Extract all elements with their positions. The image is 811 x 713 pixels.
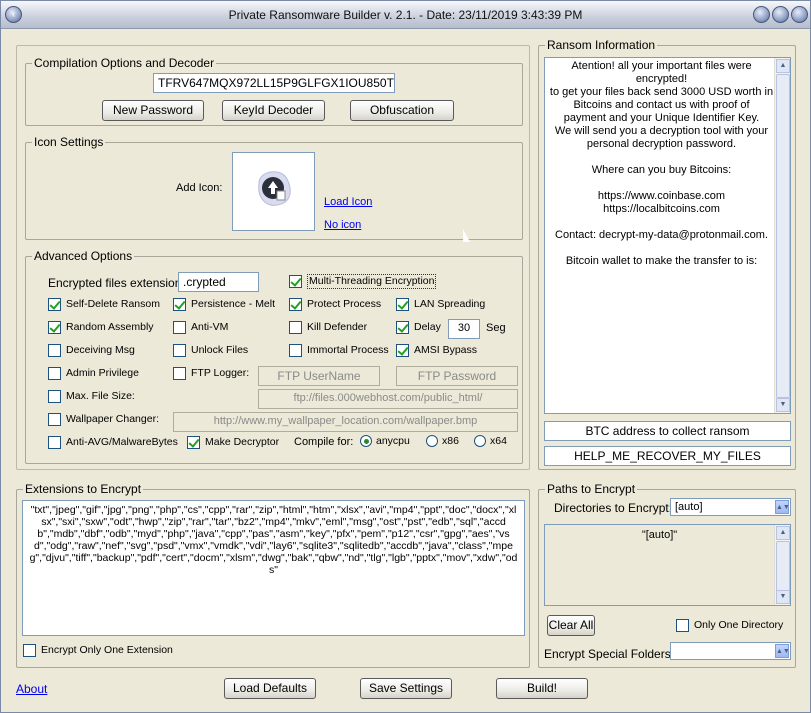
ransom-scrollbar[interactable]: ▲ ▼ [774, 58, 790, 413]
ransom-note-textarea[interactable]: Atention! all your important files were … [544, 57, 791, 414]
obfuscation-button[interactable]: Obfuscation [350, 100, 454, 121]
ftp-username-field[interactable]: FTP UserName [258, 366, 380, 386]
build-button[interactable]: Build! [496, 678, 588, 699]
directories-select[interactable]: [auto] ▲▼ [670, 498, 791, 516]
dropdown-icon[interactable]: ▲▼ [775, 500, 790, 514]
btc-address-field[interactable]: BTC address to collect ransom [544, 421, 791, 441]
checkbox-icon [48, 390, 61, 403]
close-icon[interactable] [791, 6, 808, 23]
checkbox-icon [48, 413, 61, 426]
checkbox-checked-icon [187, 436, 200, 449]
no-icon-link[interactable]: No icon [324, 219, 361, 231]
ransom-note-line [547, 151, 776, 164]
paths-title: Paths to Encrypt [545, 482, 638, 496]
checkbox-icon [173, 321, 186, 334]
scroll-down-icon[interactable]: ▼ [776, 590, 790, 604]
ransom-note-line: https://localbitcoins.com [603, 203, 720, 215]
delay-field[interactable]: 30 [448, 319, 480, 339]
extension-label: Encrypted files extension: [48, 276, 185, 290]
ransom-note-line [547, 177, 776, 190]
ransom-note-line: Where can you buy Bitcoins: [591, 164, 732, 176]
checkbox-icon [48, 344, 61, 357]
checkbox-icon [173, 344, 186, 357]
add-icon-label: Add Icon: [176, 182, 223, 194]
extensions-list: "txt","jpeg","gif","jpg","png","php","cs… [29, 504, 518, 576]
extensions-title: Extensions to Encrypt [23, 482, 144, 496]
checkbox-checked-icon [173, 298, 186, 311]
checkbox-icon [48, 436, 61, 449]
ransom-note-line [547, 216, 776, 229]
scroll-thumb[interactable] [776, 541, 790, 591]
main-window: ‹ Private Ransomware Builder v. 2.1. - D… [0, 0, 811, 713]
clear-all-button[interactable]: Clear All [547, 615, 595, 636]
special-folders-select[interactable]: ▲▼ [670, 642, 791, 660]
checkbox-checked-icon [48, 298, 61, 311]
compile-for-label: Compile for: [294, 436, 354, 448]
title-bar[interactable]: ‹ Private Ransomware Builder v. 2.1. - D… [1, 1, 810, 29]
special-folders-label: Encrypt Special Folders: [544, 647, 675, 661]
compilation-title: Compilation Options and Decoder [32, 56, 217, 70]
maximize-icon[interactable] [772, 6, 789, 23]
extension-field[interactable]: .crypted [178, 272, 259, 292]
about-link[interactable]: About [16, 682, 47, 696]
ransom-note-line: Contact: decrypt-my-data@protonmail.com. [555, 229, 768, 241]
ransom-note-line: Atention! all your important files were … [571, 60, 752, 85]
icon-settings-title: Icon Settings [32, 135, 106, 149]
checkbox-checked-icon [396, 321, 409, 334]
radio-selected-icon [360, 435, 372, 447]
ransom-note-line: https://www.coinbase.com [597, 190, 726, 202]
checkbox-icon [48, 367, 61, 380]
scroll-thumb[interactable] [776, 74, 790, 398]
radio-icon [426, 435, 438, 447]
paths-scrollbar[interactable]: ▲ ▼ [774, 525, 790, 605]
checkbox-checked-icon [289, 275, 302, 288]
password-field[interactable]: TFRV647MQX972LL15P9GLFGX1IOU850T [153, 73, 395, 93]
ransom-note-line: Bitcoins and contact us with proof of [573, 99, 750, 111]
checkbox-icon [289, 321, 302, 334]
checkbox-icon [173, 367, 186, 380]
ransom-note-line: We will send you a decryption tool with … [554, 125, 769, 137]
paths-listbox[interactable]: "[auto]" ▲ ▼ [544, 524, 791, 606]
ransom-info-title: Ransom Information [545, 38, 658, 52]
ransom-note-line: to get your files back send 3000 USD wor… [549, 86, 774, 98]
scroll-up-icon[interactable]: ▲ [776, 526, 790, 540]
load-icon-link[interactable]: Load Icon [324, 196, 372, 208]
checkbox-icon [676, 619, 689, 632]
keyid-decoder-button[interactable]: KeyId Decoder [222, 100, 325, 121]
scroll-down-icon[interactable]: ▼ [776, 398, 790, 412]
load-defaults-button[interactable]: Load Defaults [224, 678, 316, 699]
minimize-icon[interactable] [753, 6, 770, 23]
radio-icon [474, 435, 486, 447]
mouse-cursor-icon [463, 229, 477, 242]
checkbox-checked-icon [289, 298, 302, 311]
new-password-button[interactable]: New Password [102, 100, 204, 121]
ransom-note-line: Bitcoin wallet to make the transfer to i… [565, 255, 758, 267]
checkbox-checked-icon [48, 321, 61, 334]
app-icon [258, 171, 291, 206]
delay-unit-label: Seg [486, 322, 506, 334]
ftp-password-field[interactable]: FTP Password [396, 366, 518, 386]
dropdown-icon[interactable]: ▲▼ [775, 644, 790, 658]
save-settings-button[interactable]: Save Settings [360, 678, 452, 699]
checkbox-icon [289, 344, 302, 357]
directories-label: Directories to Encrypt: [554, 501, 673, 515]
ftp-url-field[interactable]: ftp://files.000webhost.com/public_html/ [258, 389, 518, 409]
wallpaper-url-field[interactable]: http://www.my_wallpaper_location.com/wal… [173, 412, 518, 432]
ransom-note-line: payment and your Unique Identifier Key. [563, 112, 760, 124]
checkbox-checked-icon [396, 298, 409, 311]
ransom-note-line [547, 242, 776, 255]
directories-value: [auto] [675, 501, 703, 513]
ransom-note-filename-field[interactable]: HELP_ME_RECOVER_MY_FILES [544, 446, 791, 466]
window-title: Private Ransomware Builder v. 2.1. - Dat… [228, 8, 583, 22]
advanced-options-title: Advanced Options [32, 249, 135, 263]
paths-list-item[interactable]: "[auto]" [545, 525, 790, 541]
ransom-note-line: personal decryption password. [586, 138, 737, 150]
scroll-up-icon[interactable]: ▲ [776, 59, 790, 73]
checkbox-icon [23, 644, 36, 657]
extensions-textarea[interactable]: "txt","jpeg","gif","jpg","png","php","cs… [22, 500, 525, 636]
checkbox-checked-icon [396, 344, 409, 357]
icon-preview[interactable] [232, 152, 315, 231]
ransom-note-text: Atention! all your important files were … [545, 58, 790, 270]
